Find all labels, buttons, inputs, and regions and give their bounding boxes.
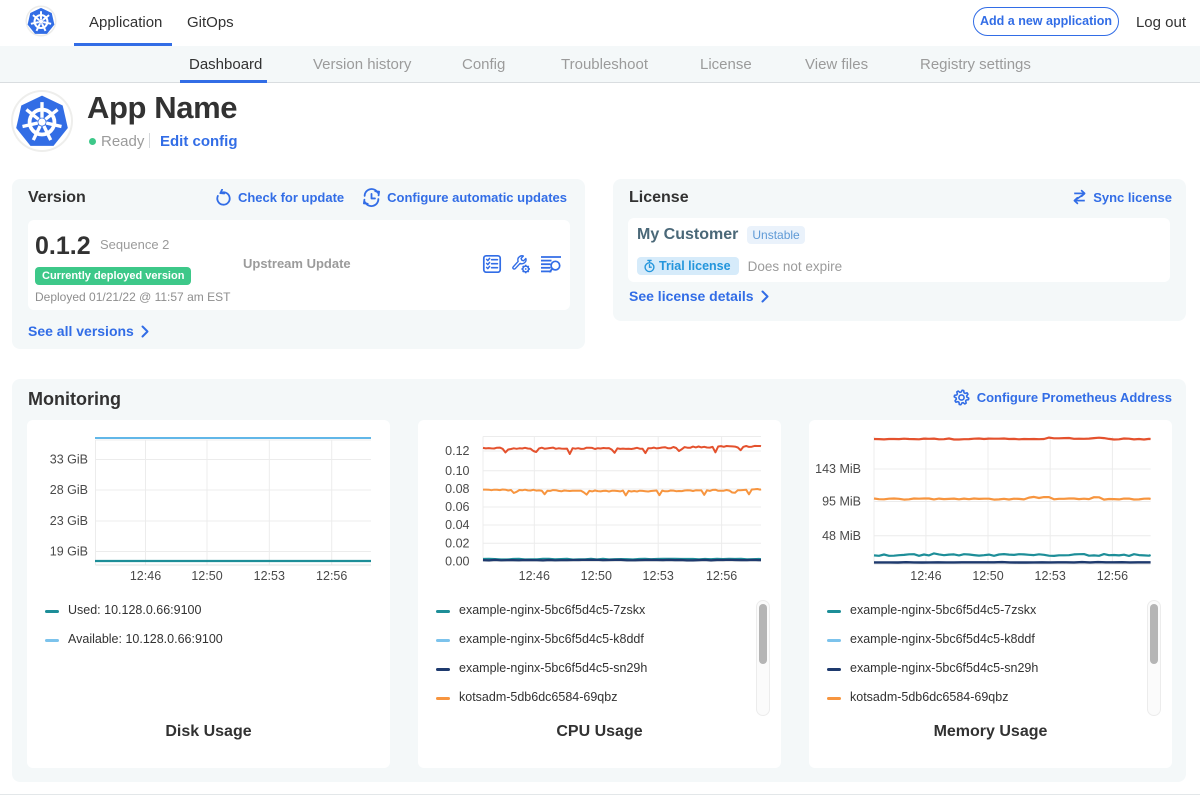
svg-text:0.06: 0.06	[445, 500, 469, 514]
svg-text:12:46: 12:46	[910, 569, 941, 583]
svg-text:0.02: 0.02	[445, 537, 469, 551]
svg-text:12:46: 12:46	[519, 569, 550, 583]
svg-text:0.08: 0.08	[445, 482, 469, 496]
svg-text:0.12: 0.12	[445, 444, 469, 458]
svg-text:12:53: 12:53	[643, 569, 674, 583]
svg-text:28 GiB: 28 GiB	[50, 483, 88, 497]
svg-text:143 MiB: 143 MiB	[815, 462, 861, 476]
svg-text:19 GiB: 19 GiB	[50, 545, 88, 559]
svg-text:23 GiB: 23 GiB	[50, 514, 88, 528]
svg-text:12:56: 12:56	[706, 569, 737, 583]
svg-text:48 MiB: 48 MiB	[822, 529, 861, 543]
svg-text:12:56: 12:56	[1097, 569, 1128, 583]
svg-text:12:46: 12:46	[130, 569, 161, 583]
svg-text:0.04: 0.04	[445, 518, 469, 532]
svg-text:12:50: 12:50	[191, 569, 222, 583]
svg-text:0.10: 0.10	[445, 464, 469, 478]
svg-text:12:53: 12:53	[1035, 569, 1066, 583]
svg-text:12:50: 12:50	[972, 569, 1003, 583]
svg-text:12:53: 12:53	[254, 569, 285, 583]
svg-text:0.00: 0.00	[445, 555, 469, 569]
svg-text:12:56: 12:56	[316, 569, 347, 583]
svg-text:95 MiB: 95 MiB	[822, 495, 861, 509]
svg-text:12:50: 12:50	[581, 569, 612, 583]
svg-text:33 GiB: 33 GiB	[50, 453, 88, 467]
